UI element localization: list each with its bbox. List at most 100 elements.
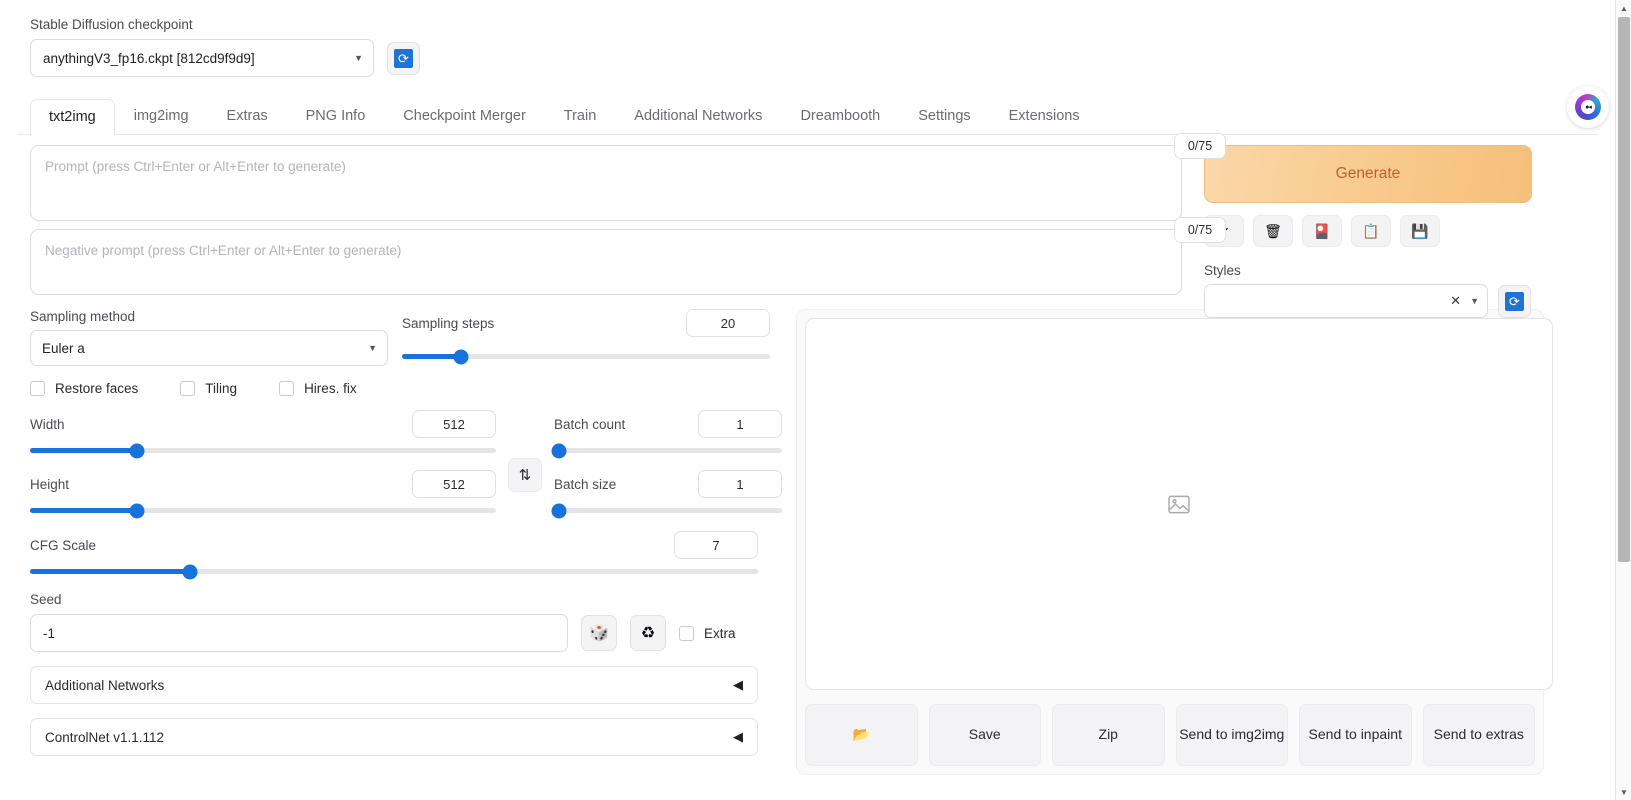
seed-input[interactable]: -1: [30, 614, 568, 652]
tiling-checkbox[interactable]: [180, 381, 196, 396]
tab-extras[interactable]: Extras: [208, 98, 287, 134]
random-seed-button[interactable]: 🎲: [581, 615, 617, 651]
cards-icon: 🎴: [1313, 222, 1331, 239]
size-group: Width 512 Height 512: [30, 410, 496, 518]
tab-train[interactable]: Train: [545, 98, 616, 134]
chevron-left-icon: ◀: [733, 729, 743, 744]
tab-txt2img[interactable]: txt2img: [30, 99, 115, 135]
tab-img2img[interactable]: img2img: [115, 98, 208, 134]
batch-group: Batch count 1 Batch size 1: [551, 410, 782, 518]
sampling-row: Sampling method Euler a ▼ Sampling steps…: [30, 309, 782, 366]
slider-thumb[interactable]: [551, 503, 567, 518]
dice-icon: 🎲: [589, 625, 609, 642]
checkpoint-select[interactable]: anythingV3_fp16.ckpt [812cd9f9d9] ▼: [30, 39, 374, 77]
size-batch-row: Width 512 Height 512 ⇅ Batch count 1 Bat…: [30, 410, 782, 518]
floating-widget-button[interactable]: ●◂: [1567, 86, 1609, 128]
badge-inner-label: ●◂: [1581, 100, 1595, 114]
save-button[interactable]: Save: [928, 704, 1041, 766]
restore-faces-checkbox[interactable]: [30, 381, 45, 396]
batch-size-value[interactable]: 1: [698, 470, 782, 498]
slider-thumb[interactable]: [453, 349, 469, 364]
tab-settings[interactable]: Settings: [899, 98, 989, 134]
refresh-styles-button[interactable]: ⟳: [1498, 284, 1531, 318]
width-slider[interactable]: [30, 443, 496, 458]
batch-count-value[interactable]: 1: [698, 410, 782, 438]
hires-fix-checkbox-row[interactable]: Hires. fix: [279, 381, 357, 396]
extra-networks-button[interactable]: 🎴: [1302, 215, 1342, 247]
height-slider[interactable]: [30, 503, 496, 518]
sampling-method-group: Sampling method Euler a ▼: [30, 309, 402, 366]
accordion-additional-networks[interactable]: Additional Networks ◀: [30, 666, 758, 704]
reuse-seed-button[interactable]: ♻: [630, 615, 666, 651]
batch-count-slider[interactable]: [551, 443, 782, 458]
tiling-checkbox-row[interactable]: Tiling: [180, 381, 237, 396]
clear-styles-icon[interactable]: ✕: [1450, 293, 1461, 309]
height-label: Height: [30, 476, 70, 492]
sampling-steps-slider[interactable]: [402, 349, 770, 364]
cfg-scale-value[interactable]: 7: [674, 531, 758, 559]
styles-row: ✕ ▼ ⟳: [1204, 284, 1544, 318]
width-value[interactable]: 512: [411, 410, 496, 438]
tiling-label: Tiling: [205, 381, 238, 396]
main-tab-bar: txt2img img2img Extras PNG Info Checkpoi…: [18, 95, 1597, 135]
extra-seed-checkbox[interactable]: [679, 625, 694, 641]
gradient-ring-icon: ●◂: [1575, 94, 1601, 120]
scrollbar-thumb[interactable]: [1618, 17, 1630, 562]
cfg-scale-slider[interactable]: [30, 564, 758, 579]
txt2img-panel: Prompt (press Ctrl+Enter or Alt+Enter to…: [18, 133, 1597, 775]
slider-fill: [30, 508, 138, 513]
slider-fill: [30, 448, 138, 453]
slider-thumb[interactable]: [551, 443, 567, 458]
swap-dimensions-button[interactable]: ⇅: [507, 457, 542, 492]
hires-fix-checkbox[interactable]: [279, 381, 295, 396]
batch-count-label: Batch count: [553, 416, 626, 432]
extra-seed-checkbox-row[interactable]: Extra: [679, 625, 736, 641]
prompt-token-counter: 0/75: [1174, 133, 1226, 159]
restore-faces-checkbox-row[interactable]: Restore faces: [30, 381, 138, 396]
floppy-disk-icon: 💾: [1411, 222, 1429, 239]
seed-group: Seed -1 🎲 ♻ Extra: [30, 592, 782, 652]
apply-style-button[interactable]: 📋: [1351, 215, 1391, 247]
slider-thumb[interactable]: [129, 503, 145, 518]
sampling-steps-value[interactable]: 20: [686, 309, 770, 337]
tab-checkpoint-merger[interactable]: Checkpoint Merger: [384, 98, 545, 134]
generate-column: Generate ↙ 🗑 🎴 📋 💾: [1204, 145, 1544, 775]
page-content: Stable Diffusion checkpoint anythingV3_f…: [0, 0, 1615, 800]
tab-png-info[interactable]: PNG Info: [287, 98, 385, 134]
scroll-down-arrow-icon[interactable]: ▼: [1616, 784, 1631, 800]
page-scrollbar[interactable]: ▲ ▼: [1615, 0, 1631, 800]
chevron-down-icon: ▼: [368, 343, 377, 353]
generate-button[interactable]: Generate: [1204, 145, 1532, 203]
prompt-input[interactable]: Prompt (press Ctrl+Enter or Alt+Enter to…: [30, 145, 1182, 221]
slider-thumb[interactable]: [182, 564, 198, 579]
sampling-steps-group: Sampling steps 20: [402, 309, 770, 366]
save-style-button[interactable]: 💾: [1400, 215, 1440, 247]
width-label: Width: [30, 416, 65, 432]
slider-fill: [402, 354, 461, 359]
zip-button[interactable]: Zip: [1052, 704, 1165, 766]
params-and-preview: Sampling method Euler a ▼ Sampling steps…: [30, 309, 1553, 775]
tab-extensions[interactable]: Extensions: [990, 98, 1099, 134]
hires-fix-label: Hires. fix: [304, 381, 357, 396]
accordion-label: ControlNet v1.1.112: [45, 729, 165, 745]
accordion-controlnet[interactable]: ControlNet v1.1.112 ◀: [30, 718, 758, 756]
sampling-method-select[interactable]: Euler a ▼: [30, 330, 388, 366]
batch-size-slider[interactable]: [551, 503, 782, 518]
chevron-down-icon: ▼: [354, 53, 363, 63]
height-value[interactable]: 512: [411, 470, 496, 498]
tab-dreambooth[interactable]: Dreambooth: [781, 98, 899, 134]
scroll-up-arrow-icon[interactable]: ▲: [1616, 0, 1631, 16]
slider-thumb[interactable]: [129, 443, 145, 458]
stable-diffusion-webui: ●◂ ▲ ▼ Stable Diffusion checkpoint anyth…: [0, 0, 1631, 800]
negative-prompt-wrap: Negative prompt (press Ctrl+Enter or Alt…: [30, 217, 1226, 295]
refresh-icon: ⟳: [394, 48, 413, 68]
clear-prompt-button[interactable]: 🗑: [1253, 215, 1293, 247]
negative-prompt-input[interactable]: Negative prompt (press Ctrl+Enter or Alt…: [30, 229, 1182, 295]
cfg-group: CFG Scale 7: [30, 531, 758, 579]
sampling-steps-label: Sampling steps: [402, 315, 495, 331]
open-folder-button[interactable]: 📂: [805, 704, 918, 766]
tab-additional-networks[interactable]: Additional Networks: [615, 98, 781, 134]
styles-select[interactable]: ✕ ▼: [1204, 284, 1488, 318]
refresh-checkpoints-button[interactable]: ⟳: [387, 41, 420, 75]
sampling-method-label: Sampling method: [30, 309, 136, 324]
